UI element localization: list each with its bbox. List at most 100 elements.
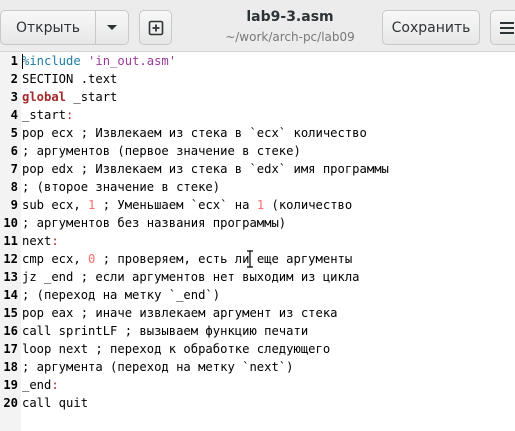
line-number: 15 [3,306,18,320]
code-line[interactable]: 15 pop eax ; иначе извлекаем аргумент из … [0,304,515,322]
code-text: ; аргумента (переход на метку `next`) [22,358,294,376]
code-text: pop eax ; иначе извлекаем аргумент из ст… [22,304,338,322]
code-line[interactable]: 3 global _start [0,88,515,106]
code-line[interactable]: 9 sub ecx, 1 ; Уменьшаем `ecx` на 1 (коли… [0,196,515,214]
code-token: call quit [22,396,89,410]
code-line[interactable]: 1 %include 'in_out.asm' [0,52,515,70]
window-title: lab9-3.asm [246,9,334,25]
code-line[interactable]: 20 call quit [0,394,515,412]
code-token: _start [22,108,67,122]
ibeam-cursor-icon [247,250,253,268]
code-line[interactable]: 13 jz _end ; если аргументов нет выходим … [0,268,515,286]
code-line[interactable]: 5 pop ecx ; Извлекаем из стека в `ecx` ко… [0,124,515,142]
line-number: 14 [3,288,18,302]
code-line[interactable]: 16 call sprintLF ; вызываем функцию печат… [0,322,515,340]
menu-button[interactable] [490,10,515,45]
code-text: loop next ; переход к обработке следующе… [22,340,330,358]
code-token: jz _end ; если аргументов нет выходим из… [22,270,360,284]
line-number: 17 [3,342,18,356]
code-line[interactable]: 12 cmp ecx, 0 ; проверяем, есть ли еще ар… [0,250,515,268]
line-number: 19 [3,378,18,392]
save-button[interactable]: Сохранить [382,10,480,45]
hamburger-menu-icon [500,21,514,34]
code-token: call sprintLF ; вызываем функцию печати [22,324,309,338]
code-token: next [22,234,52,248]
code-text: pop ecx ; Извлекаем из стека в `ecx` кол… [22,124,367,142]
code-text: SECTION .text [22,70,117,88]
code-token: _end [22,378,52,392]
code-token: %include [22,54,81,68]
code-token: pop edx ; Извлекаем из стека в `edx` имя… [22,162,389,176]
code-text: cmp ecx, 0 ; проверяем, есть ли еще аргу… [22,250,352,268]
code-editor[interactable]: 1 %include 'in_out.asm' 2 SECTION .text 3 glo… [0,52,515,431]
line-number: 3 [10,90,18,104]
code-token: _start [66,90,118,104]
code-token: sub ecx, [22,198,89,212]
code-token: ; аргументов (первое значение в стеке) [22,144,301,158]
line-number: 7 [10,162,18,176]
code-line[interactable]: 11 next: [0,232,515,250]
code-token: cmp ecx, [22,252,89,266]
line-number: 5 [10,126,18,140]
code-token: 'in_out.asm' [88,54,177,68]
code-token: loop next ; переход к обработке следующе… [22,342,331,356]
code-line[interactable]: 10 ; аргументов без названия программы) [0,214,515,232]
header-bar: Открыть lab9-3.asm ~/work/arch-pc/lab09 … [0,0,515,52]
code-line[interactable]: 7 pop edx ; Извлекаем из стека в `edx` им… [0,160,515,178]
line-number: 20 [3,396,18,410]
code-text: jz _end ; если аргументов нет выходим из… [22,268,360,286]
code-token: : [66,108,74,122]
code-line[interactable]: 14 ; (переход на метку `_end`) [0,286,515,304]
line-number: 9 [10,198,18,212]
line-number: 18 [3,360,18,374]
open-menu-button[interactable] [96,10,129,45]
code-token: (количество [264,198,353,212]
code-line[interactable]: 8 ; (второе значение в стеке) [0,178,515,196]
code-line[interactable]: 17 loop next ; переход к обработке следую… [0,340,515,358]
code-token: ; (переход на метку `_end`) [22,288,221,302]
code-text: ; (переход на метку `_end`) [22,286,220,304]
new-tab-icon [148,20,163,35]
chevron-down-icon [107,24,117,30]
line-number: 1 [10,54,18,68]
code-text: %include 'in_out.asm' [22,52,176,70]
code-line[interactable]: 2 SECTION .text [0,70,515,88]
code-line[interactable]: 19 _end: [0,376,515,394]
line-number: 8 [10,180,18,194]
code-text: call sprintLF ; вызываем функцию печати [22,322,308,340]
code-text: next: [22,232,59,250]
line-number: 2 [10,72,18,86]
code-line[interactable]: 18 ; аргумента (переход на метку `next`) [0,358,515,376]
code-text: ; (второе значение в стеке) [22,178,220,196]
line-number: 16 [3,324,18,338]
code-token: SECTION .text [22,72,118,86]
line-number: 6 [10,144,18,158]
new-tab-button[interactable] [139,10,172,45]
code-token: pop eax ; иначе извлекаем аргумент из ст… [22,306,338,320]
text-cursor [22,54,23,69]
code-text: pop edx ; Извлекаем из стека в `edx` имя… [22,160,389,178]
line-number: 12 [3,252,18,266]
code-token: ; проверяем, есть ли еще аргументы [95,252,353,266]
line-number: 11 [3,234,18,248]
code-token: : [51,234,59,248]
code-text: ; аргументов без названия программы) [22,214,286,232]
code-text: ; аргументов (первое значение в стеке) [22,142,301,160]
save-button-label: Сохранить [391,19,471,36]
code-line[interactable]: 4 _start: [0,106,515,124]
code-text: global _start [22,88,117,106]
code-token: ; аргумента (переход на метку `next`) [22,360,294,374]
code-token: ; Уменьшаем `ecx` на [95,198,257,212]
window-subtitle: ~/work/arch-pc/lab09 [225,30,355,44]
code-token: ; (второе значение в стеке) [22,180,221,194]
code-line[interactable]: 6 ; аргументов (первое значение в стеке) [0,142,515,160]
open-button-label: Открыть [16,19,80,36]
line-number: 13 [3,270,18,284]
line-number: 4 [10,108,18,122]
open-button[interactable]: Открыть [0,10,96,45]
code-token: ; аргументов без названия программы) [22,216,287,230]
code-token: pop ecx ; Извлекаем из стека в `ecx` кол… [22,126,367,140]
code-text: _end: [22,376,59,394]
code-token: : [51,378,59,392]
